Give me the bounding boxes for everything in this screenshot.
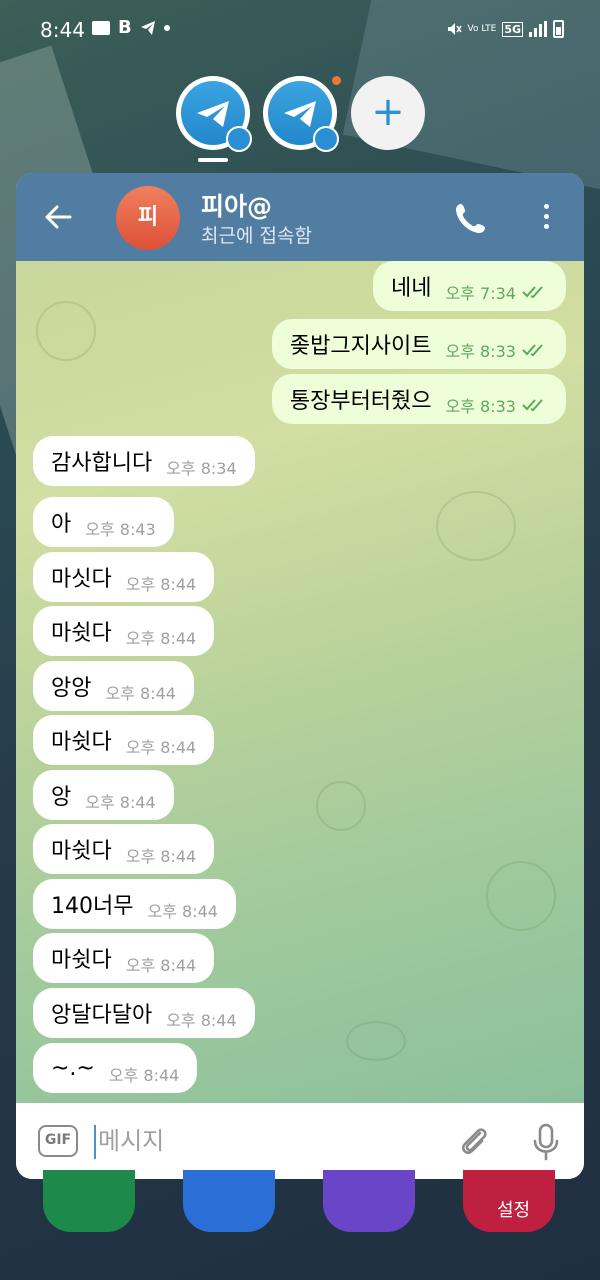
- wallpaper-doodle: [486, 861, 556, 931]
- message-text: 140너무: [51, 894, 134, 919]
- message-text: 앙: [51, 785, 72, 810]
- incoming-message[interactable]: 마쉿다 오후 8:44: [33, 606, 215, 656]
- active-app-indicator: [198, 158, 228, 162]
- message-input[interactable]: [98, 1121, 438, 1161]
- b-app-notification-icon: B: [118, 17, 132, 38]
- message-time: 오후 8:44: [108, 1066, 180, 1085]
- message-time: 오후 8:33: [445, 342, 516, 361]
- internet-app-icon[interactable]: [323, 1170, 415, 1232]
- chat-window: 피 피아@ 최근에 접속함 네네 오후 7:34 좆밥그지사이트 오후 8:33…: [16, 173, 584, 1179]
- message-text: 통장부터터줬으: [289, 389, 432, 414]
- wallpaper-doodle: [346, 1021, 406, 1061]
- telegram-badge-icon: [313, 126, 339, 152]
- message-time: 오후 8:44: [147, 902, 218, 921]
- avatar[interactable]: 피: [116, 186, 180, 250]
- status-time: 8:44: [40, 18, 85, 42]
- incoming-message[interactable]: 마쉿다 오후 8:44: [33, 933, 215, 983]
- message-composer: GIF: [16, 1103, 584, 1179]
- telegram-icon: [284, 101, 316, 127]
- message-text: ~.~: [51, 1055, 95, 1081]
- status-bar: 8:44 B Vo LTE 5G: [0, 0, 600, 60]
- gallery-notification-icon: [92, 21, 110, 35]
- incoming-message[interactable]: 마쉿다 오후 8:44: [33, 824, 215, 874]
- message-text: 아: [51, 512, 72, 537]
- incoming-message[interactable]: ~.~ 오후 8:44: [33, 1043, 198, 1093]
- messages-app-icon[interactable]: [183, 1170, 275, 1232]
- message-text: 좆밥그지사이트: [289, 334, 432, 359]
- outgoing-message[interactable]: 좆밥그지사이트 오후 8:33: [271, 319, 566, 369]
- more-options-icon[interactable]: [536, 201, 556, 235]
- message-text: 마쉿다: [51, 621, 112, 646]
- message-time: 오후 8:44: [85, 793, 156, 812]
- message-text: 감사합니다: [51, 451, 153, 476]
- chat-title[interactable]: 피아@: [201, 187, 272, 223]
- message-time: 오후 8:34: [166, 459, 237, 478]
- back-arrow-icon[interactable]: [42, 201, 74, 233]
- read-checkmarks-icon: [522, 344, 543, 357]
- incoming-message[interactable]: 마쉿다 오후 8:44: [33, 715, 215, 765]
- read-checkmarks-icon: [522, 286, 543, 299]
- telegram-app-2[interactable]: [263, 76, 341, 152]
- incoming-message[interactable]: 아 오후 8:43: [33, 497, 174, 547]
- message-time: 오후 8:44: [125, 629, 197, 648]
- battery-icon: [553, 20, 564, 38]
- network-type: 5G: [502, 21, 523, 37]
- notification-dot: [332, 76, 341, 85]
- incoming-message[interactable]: 140너무 오후 8:44: [33, 879, 236, 929]
- message-time: 오후 7:34: [445, 284, 516, 303]
- outgoing-message[interactable]: 통장부터터줬으 오후 8:33: [271, 374, 566, 424]
- telegram-notification-icon: [141, 21, 155, 35]
- read-checkmarks-icon: [522, 399, 543, 412]
- message-text: 마싯다: [51, 567, 112, 592]
- message-list[interactable]: 네네 오후 7:34 좆밥그지사이트 오후 8:33 통장부터터줬으 오후 8:…: [16, 261, 584, 1103]
- wallpaper-doodle: [436, 491, 516, 561]
- wallpaper-doodle: [36, 301, 96, 361]
- message-time: 오후 8:44: [125, 847, 197, 866]
- message-time: 오후 8:44: [125, 575, 197, 594]
- telegram-badge-icon: [226, 126, 252, 152]
- message-time: 오후 8:44: [105, 684, 176, 703]
- message-text: 네네: [391, 276, 432, 301]
- chat-header: 피 피아@ 최근에 접속함: [16, 173, 584, 261]
- more-notifications-dot: [164, 25, 170, 31]
- incoming-message[interactable]: 앙 오후 8:44: [33, 770, 174, 820]
- message-text: 마쉿다: [51, 948, 112, 973]
- message-time: 오후 8:33: [445, 397, 516, 416]
- settings-app-label: 설정: [497, 1200, 531, 1221]
- phone-call-icon[interactable]: [454, 201, 488, 235]
- signal-icon: [529, 21, 547, 37]
- gif-button[interactable]: GIF: [38, 1125, 78, 1157]
- system-icons: Vo LTE 5G: [446, 20, 564, 38]
- telegram-icon: [197, 101, 229, 127]
- volte-icon: Vo LTE: [467, 24, 497, 34]
- chat-status: 최근에 접속함: [201, 225, 312, 247]
- paperclip-icon[interactable]: [456, 1123, 492, 1159]
- outgoing-message[interactable]: 네네 오후 7:34: [373, 261, 566, 311]
- add-app-button[interactable]: +: [351, 76, 425, 150]
- app-switcher: +: [0, 74, 600, 164]
- telegram-app-1[interactable]: [176, 76, 252, 152]
- incoming-message[interactable]: 감사합니다 오후 8:34: [33, 436, 255, 486]
- message-time: 오후 8:44: [166, 1011, 237, 1030]
- message-time: 오후 8:44: [125, 956, 197, 975]
- incoming-message[interactable]: 앙앙 오후 8:44: [33, 661, 194, 711]
- phone-app-icon[interactable]: [43, 1170, 135, 1232]
- incoming-message[interactable]: 앙달다달아 오후 8:44: [33, 988, 255, 1038]
- wallpaper-doodle: [316, 781, 366, 831]
- message-text: 마쉿다: [51, 839, 112, 864]
- message-text: 앙달다달아: [51, 1003, 153, 1028]
- mute-icon: [447, 23, 462, 35]
- message-text: 마쉿다: [51, 730, 112, 755]
- message-time: 오후 8:43: [85, 520, 156, 539]
- message-time: 오후 8:44: [125, 738, 197, 757]
- microphone-icon[interactable]: [531, 1123, 561, 1161]
- incoming-message[interactable]: 마싯다 오후 8:44: [33, 552, 215, 602]
- message-text: 앙앙: [51, 676, 92, 701]
- text-cursor: [94, 1125, 96, 1159]
- notification-icons: B: [92, 17, 170, 38]
